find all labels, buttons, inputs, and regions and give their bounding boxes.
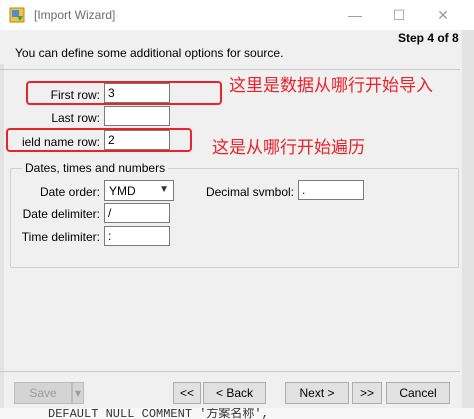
window-title: [Import Wizard]	[34, 8, 116, 22]
left-edge	[0, 30, 4, 419]
last-row-label: Last row:	[51, 111, 100, 125]
import-wizard-icon	[9, 7, 25, 23]
save-button[interactable]: Save	[14, 382, 72, 404]
back-button[interactable]: < Back	[203, 382, 266, 404]
wizard-intro-text: You can define some additional options f…	[15, 46, 284, 60]
field-name-row-highlight	[6, 128, 192, 152]
cancel-button[interactable]: Cancel	[386, 382, 450, 404]
date-delimiter-input[interactable]: /	[104, 203, 170, 223]
import-wizard-window: [Import Wizard] — ☐ ✕ You can define som…	[0, 0, 474, 419]
time-delimiter-input[interactable]: :	[104, 226, 170, 246]
next-button[interactable]: Next >	[285, 382, 349, 404]
decimal-symbol-input[interactable]: .	[298, 180, 364, 200]
first-row-annotation: 这里是数据从哪行开始导入	[229, 76, 433, 96]
step-indicator: Step 4 of 8	[398, 31, 459, 45]
last-row-input[interactable]	[104, 106, 170, 126]
background-sql-line: DEFAULT NULL COMMENT '方案名称',	[48, 408, 269, 419]
footer-divider	[0, 371, 460, 372]
title-bar[interactable]: [Import Wizard] — ☐ ✕	[0, 0, 474, 30]
date-delimiter-label: Date delimiter:	[22, 207, 100, 221]
chevron-down-icon: ▼	[159, 184, 169, 195]
date-order-select[interactable]: YMD ▼	[104, 180, 174, 201]
last-step-button[interactable]: >>	[352, 382, 382, 404]
field-name-row-annotation: 这是从哪行开始遍历	[212, 138, 365, 158]
decimal-symbol-label: Decimal svmbol:	[205, 185, 294, 199]
close-button[interactable]: ✕	[430, 4, 456, 26]
save-dropdown-button[interactable]: ▾	[72, 382, 84, 404]
time-delimiter-label: Time delimiter:	[21, 230, 100, 244]
maximize-button[interactable]: ☐	[386, 4, 412, 26]
date-order-value: YMD	[109, 184, 136, 198]
background-editor-text: DEFAULT NULL COMMENT '方案名称',	[0, 408, 474, 419]
first-step-button[interactable]: <<	[173, 382, 201, 404]
first-row-highlight	[26, 81, 222, 105]
header-divider	[0, 69, 460, 70]
dates-group-title: Dates, times and numbers	[22, 161, 169, 175]
right-edge	[462, 30, 474, 419]
minimize-button[interactable]: —	[342, 4, 368, 26]
date-order-label: Date order:	[39, 185, 100, 199]
